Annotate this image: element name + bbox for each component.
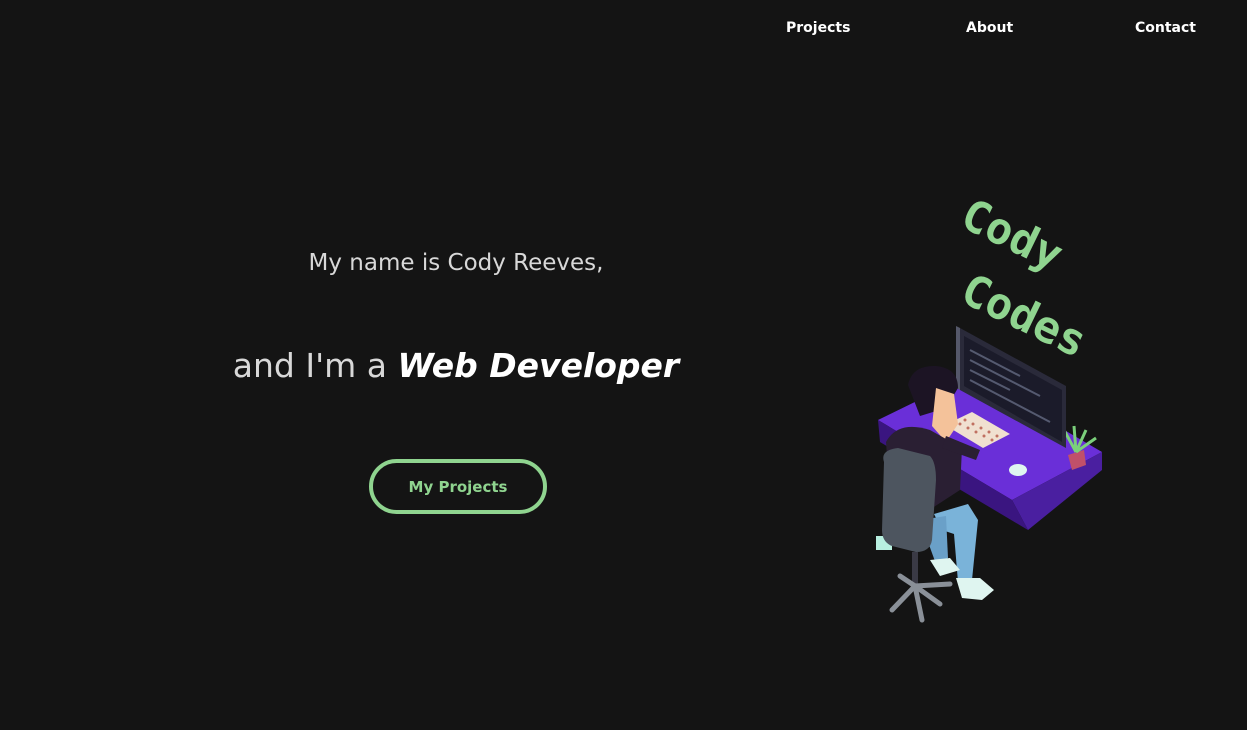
page: Projects About Contact My name is Cody R… [0, 0, 1247, 730]
nav-link-about[interactable]: About [966, 20, 1013, 36]
nav-link-projects[interactable]: Projects [786, 20, 850, 36]
hero-role-line: and I'm a Web Developer [0, 346, 912, 385]
hero-role-title: Web Developer [397, 346, 680, 385]
hero-role-prefix: and I'm a [232, 346, 398, 385]
developer-illustration: Cody Codes [876, 189, 1102, 623]
my-projects-button[interactable]: My Projects [369, 459, 547, 514]
top-nav: Projects About Contact [0, 20, 1247, 44]
hero-intro: My name is Cody Reeves, [308, 250, 604, 276]
nav-link-contact[interactable]: Contact [1135, 20, 1196, 36]
logo-line-cody: Cody [953, 189, 1071, 281]
